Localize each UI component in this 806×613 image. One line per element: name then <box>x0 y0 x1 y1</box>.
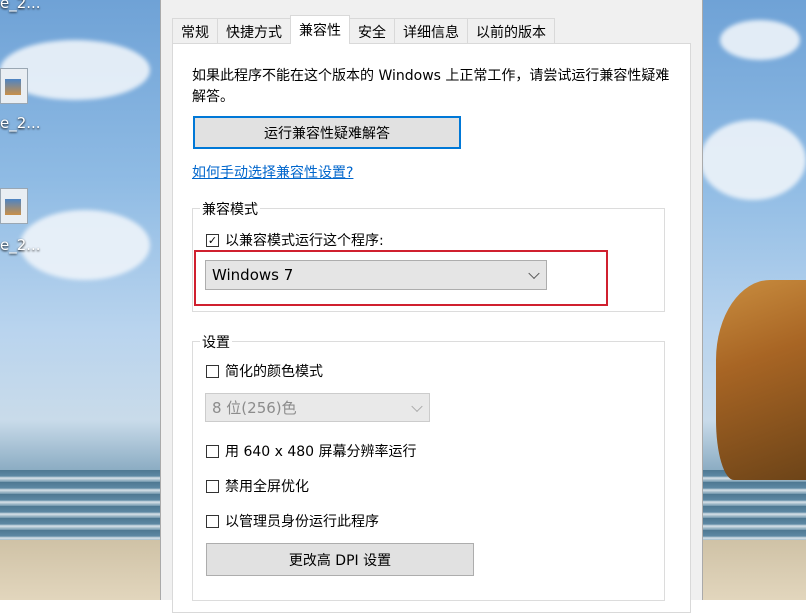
cloud-decoration <box>700 120 806 200</box>
settings-title: 设置 <box>200 332 232 352</box>
compat-mode-checkbox-label[interactable]: 以兼容模式运行这个程序: <box>225 230 384 250</box>
run-admin-label[interactable]: 以管理员身份运行此程序 <box>225 511 379 531</box>
reduced-color-label[interactable]: 简化的颜色模式 <box>225 361 323 381</box>
disable-fullscreen-label[interactable]: 禁用全屏优化 <box>225 476 309 496</box>
compat-mode-title: 兼容模式 <box>200 199 260 219</box>
res640-label[interactable]: 用 640 x 480 屏幕分辨率运行 <box>225 441 417 461</box>
tab-security[interactable]: 安全 <box>349 18 395 44</box>
disable-fullscreen-checkbox[interactable] <box>206 479 219 493</box>
color-mode-select: 8 位(256)色 <box>205 393 430 422</box>
desktop-icon-label[interactable]: e_2... <box>0 0 41 12</box>
res640-row[interactable]: 用 640 x 480 屏幕分辨率运行 <box>206 441 417 461</box>
compat-mode-checkbox[interactable]: ✓ <box>206 233 219 247</box>
disable-fullscreen-row[interactable]: 禁用全屏优化 <box>206 476 309 496</box>
desktop-file-icon[interactable] <box>0 188 28 224</box>
run-troubleshooter-button[interactable]: 运行兼容性疑难解答 <box>193 116 461 149</box>
rock-formation <box>716 280 806 480</box>
compatibility-panel: 如果此程序不能在这个版本的 Windows 上正常工作，请尝试运行兼容性疑难解答… <box>172 43 691 613</box>
tab-compatibility[interactable]: 兼容性 <box>290 15 350 44</box>
tab-previous-versions[interactable]: 以前的版本 <box>467 18 555 44</box>
run-admin-checkbox[interactable] <box>206 514 219 528</box>
compat-mode-checkbox-row[interactable]: ✓ 以兼容模式运行这个程序: <box>206 230 384 250</box>
run-admin-row[interactable]: 以管理员身份运行此程序 <box>206 511 379 531</box>
desktop-icon-label[interactable]: e_2... <box>0 114 41 132</box>
tab-general[interactable]: 常规 <box>172 18 218 44</box>
annotation-highlight-box <box>194 250 608 306</box>
compatibility-description: 如果此程序不能在这个版本的 Windows 上正常工作，请尝试运行兼容性疑难解答… <box>192 68 670 105</box>
manual-compat-settings-link[interactable]: 如何手动选择兼容性设置? <box>192 162 353 182</box>
tab-details[interactable]: 详细信息 <box>394 18 468 44</box>
tab-bar: 常规 快捷方式 兼容性 安全 详细信息 以前的版本 <box>172 15 555 44</box>
res640-checkbox[interactable] <box>206 444 219 458</box>
desktop-icon-label[interactable]: e_2... <box>0 236 41 254</box>
chevron-down-icon <box>411 400 423 412</box>
color-mode-value: 8 位(256)色 <box>212 399 297 417</box>
change-dpi-button[interactable]: 更改高 DPI 设置 <box>206 543 474 576</box>
tab-shortcut[interactable]: 快捷方式 <box>217 18 291 44</box>
reduced-color-checkbox[interactable] <box>206 364 219 378</box>
reduced-color-row[interactable]: 简化的颜色模式 <box>206 361 323 381</box>
desktop-file-icon[interactable] <box>0 68 28 104</box>
cloud-decoration <box>720 20 800 60</box>
